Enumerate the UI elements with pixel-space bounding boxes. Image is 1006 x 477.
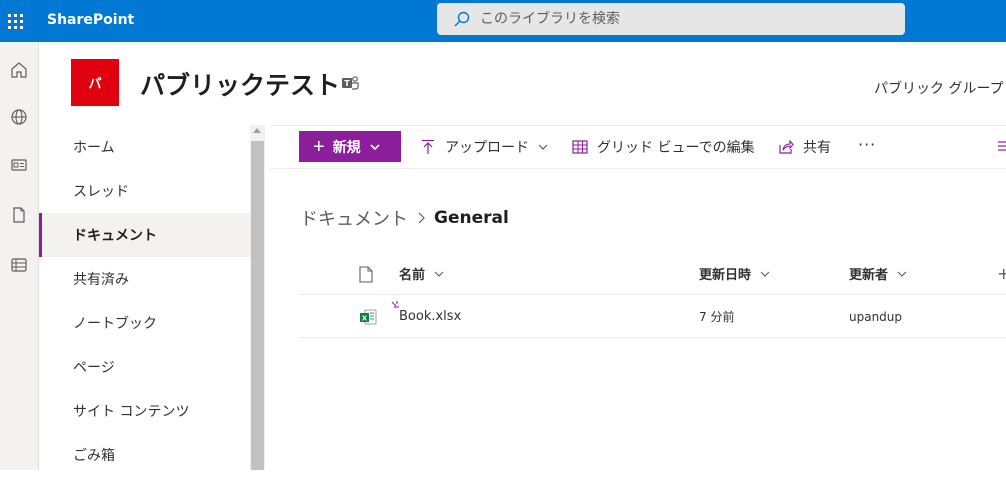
upload-label: アップロード bbox=[445, 139, 529, 156]
site-navigation: ホーム スレッド ドキュメント 共有済み ノートブック ページ サイト コンテン… bbox=[39, 125, 250, 470]
nav-item-recycle-bin[interactable]: ごみ箱 bbox=[39, 433, 250, 477]
nav-item-documents[interactable]: ドキュメント bbox=[39, 213, 250, 257]
scroll-up-arrow-icon[interactable] bbox=[253, 128, 261, 133]
nav-item-site-contents[interactable]: サイト コンテンツ bbox=[39, 389, 250, 433]
new-button-label: 新規 bbox=[332, 138, 361, 155]
chevron-down-icon bbox=[538, 144, 548, 150]
table-row[interactable]: X Book.xlsx 7 分前 upandup bbox=[299, 295, 1006, 338]
new-button[interactable]: + 新規 bbox=[299, 131, 401, 162]
app-launcher-button[interactable] bbox=[0, 0, 30, 42]
column-header-modified-label: 更新日時 bbox=[699, 268, 752, 283]
chevron-down-icon bbox=[370, 143, 380, 150]
column-header-modified-by-label: 更新者 bbox=[849, 268, 889, 283]
grid-view-edit-label: グリッド ビューでの編集 bbox=[597, 139, 755, 156]
chevron-down-icon bbox=[760, 271, 770, 277]
rail-home-button[interactable] bbox=[6, 57, 32, 83]
list-header: 名前 更新日時 更新者 + bbox=[299, 252, 1006, 295]
list-icon bbox=[11, 258, 27, 272]
scrollbar-thumb[interactable] bbox=[251, 141, 264, 470]
rail-files-button[interactable] bbox=[6, 202, 32, 228]
news-icon bbox=[11, 159, 27, 171]
file-list: 名前 更新日時 更新者 + X Book.xlsx 7 分前 upandup bbox=[299, 252, 1006, 338]
more-options-button[interactable]: ··· bbox=[858, 131, 876, 162]
upload-icon bbox=[422, 139, 434, 154]
column-header-name-label: 名前 bbox=[399, 268, 426, 283]
breadcrumb-current-folder: General bbox=[434, 208, 509, 228]
file-name-link[interactable]: Book.xlsx bbox=[399, 295, 461, 338]
search-input[interactable] bbox=[480, 11, 880, 27]
file-modified: 7 分前 bbox=[699, 310, 735, 324]
chevron-down-icon bbox=[434, 271, 444, 277]
app-name-link[interactable]: SharePoint bbox=[47, 0, 134, 42]
file-type-column-icon[interactable] bbox=[359, 266, 373, 283]
chevron-right-icon bbox=[418, 212, 425, 224]
svg-text:T: T bbox=[344, 79, 350, 88]
grid-icon bbox=[572, 139, 588, 154]
file-modified-by[interactable]: upandup bbox=[849, 295, 902, 338]
document-icon bbox=[13, 207, 25, 223]
rail-sites-button[interactable] bbox=[6, 104, 32, 130]
rail-news-button[interactable] bbox=[6, 152, 32, 178]
share-icon bbox=[779, 139, 794, 154]
teams-icon[interactable]: T bbox=[341, 74, 359, 92]
grid-view-edit-button[interactable]: グリッド ビューでの編集 bbox=[572, 131, 755, 162]
excel-file-icon: X bbox=[360, 309, 377, 325]
nav-scrollbar[interactable] bbox=[250, 125, 265, 470]
chevron-down-icon bbox=[897, 271, 907, 277]
column-header-modified-by[interactable]: 更新者 bbox=[849, 252, 908, 295]
column-header-name[interactable]: 名前 bbox=[399, 252, 445, 295]
command-bar: + 新規 アップロード グリッド ビューでの編集 共有 ··· bbox=[270, 125, 1006, 169]
nav-item-pages[interactable]: ページ bbox=[39, 345, 250, 389]
search-box[interactable] bbox=[437, 3, 905, 35]
column-header-modified[interactable]: 更新日時 bbox=[699, 252, 771, 295]
site-logo-letter: パ bbox=[88, 77, 102, 92]
upload-button[interactable]: アップロード bbox=[420, 131, 549, 162]
nav-item-home[interactable]: ホーム bbox=[39, 125, 250, 169]
breadcrumb-documents[interactable]: ドキュメント bbox=[300, 205, 408, 231]
nav-item-threads[interactable]: スレッド bbox=[39, 169, 250, 213]
share-button[interactable]: 共有 bbox=[778, 131, 831, 162]
app-rail bbox=[0, 42, 39, 470]
view-options-icon[interactable] bbox=[996, 139, 1006, 153]
rail-lists-button[interactable] bbox=[6, 252, 32, 278]
breadcrumb: ドキュメント General bbox=[300, 205, 509, 231]
globe-icon bbox=[11, 109, 27, 125]
suite-bar: SharePoint bbox=[0, 0, 1006, 42]
plus-icon: + bbox=[313, 135, 325, 158]
svg-text:X: X bbox=[362, 314, 368, 322]
nav-item-shared[interactable]: 共有済み bbox=[39, 257, 250, 301]
search-icon bbox=[454, 11, 470, 27]
nav-item-notebook[interactable]: ノートブック bbox=[39, 301, 250, 345]
home-icon bbox=[11, 62, 27, 78]
waffle-icon bbox=[7, 13, 23, 29]
add-column-button[interactable]: + bbox=[997, 264, 1006, 283]
group-type-label: パブリック グループ bbox=[874, 81, 1004, 97]
share-label: 共有 bbox=[803, 139, 831, 156]
site-title[interactable]: パブリックテスト bbox=[140, 66, 340, 102]
site-logo[interactable]: パ bbox=[71, 59, 119, 106]
